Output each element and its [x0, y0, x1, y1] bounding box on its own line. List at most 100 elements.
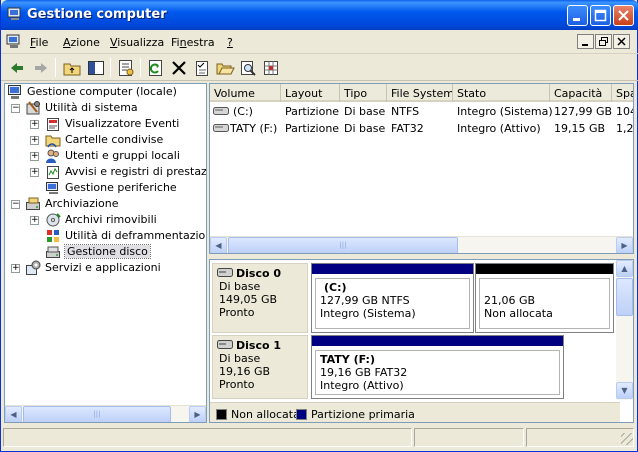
scroll-thumb[interactable]: |||	[228, 237, 458, 253]
hard-disk-icon	[217, 268, 233, 277]
collapse-toggle[interactable]: −	[11, 200, 20, 209]
expand-toggle[interactable]: +	[30, 120, 39, 129]
collapse-toggle[interactable]: −	[11, 104, 20, 113]
scroll-down-button[interactable]: ▼	[616, 382, 633, 399]
disk-0-label[interactable]: Disco 0 Di base 149,05 GB Pronto	[212, 263, 308, 333]
menu-action[interactable]: Azione	[63, 36, 100, 49]
tree-label: Archivi rimovibili	[65, 213, 157, 226]
graph-vertical-scrollbar[interactable]: ▲ ▼	[616, 260, 633, 400]
partition-status: Integro (Attivo)	[320, 379, 404, 392]
cell-free-space: 1,2	[616, 122, 634, 135]
refresh-icon[interactable]	[146, 58, 166, 78]
tree-label: Utilità di sistema	[45, 101, 138, 114]
maximize-button[interactable]	[590, 5, 611, 26]
scroll-right-button[interactable]: ▶	[616, 237, 633, 253]
mdi-restore-button[interactable]	[595, 34, 612, 49]
column-header-type[interactable]: Tipo	[340, 84, 387, 102]
forward-arrow-icon[interactable]	[31, 58, 51, 78]
open-folder-icon[interactable]	[215, 58, 235, 78]
unallocated-bar	[476, 264, 613, 274]
unallocated-space[interactable]: 21,06 GB Non allocata	[475, 263, 614, 333]
cell-layout: Partizione	[285, 122, 340, 135]
partition-status: Integro (Sistema)	[320, 307, 416, 320]
tree-label: Servizi e applicazioni	[45, 261, 161, 274]
cell-capacity: 19,15 GB	[554, 122, 606, 135]
maximize-icon	[594, 9, 607, 22]
minimize-button[interactable]	[567, 5, 588, 26]
toolbar-separator	[140, 58, 141, 77]
tree-label: Avvisi e registri di prestazioni	[65, 165, 207, 178]
delete-icon[interactable]	[169, 58, 189, 78]
cell-free-space: 104	[616, 105, 633, 118]
system-menu-icon[interactable]	[6, 34, 22, 50]
cell-volume: TATY (F:)	[230, 122, 278, 135]
status-bar	[3, 427, 635, 448]
disk-1-label[interactable]: Disco 1 Di base 19,16 GB Pronto	[212, 335, 308, 399]
search-icon[interactable]	[238, 58, 258, 78]
minimize-icon	[573, 18, 580, 21]
back-arrow-icon[interactable]	[7, 58, 27, 78]
menu-file[interactable]: File	[30, 36, 48, 49]
scroll-thumb[interactable]	[616, 278, 633, 316]
cell-type: Di base	[344, 122, 386, 135]
partition-size-fs: 127,99 GB NTFS	[320, 294, 410, 307]
scroll-thumb[interactable]: |||	[23, 406, 171, 422]
column-header-layout[interactable]: Layout	[281, 84, 340, 102]
disk-name: Disco 1	[236, 339, 282, 352]
scroll-left-button[interactable]: ◀	[210, 237, 227, 253]
expand-toggle[interactable]: +	[30, 152, 39, 161]
legend: Non allocata Partizione primaria	[210, 402, 620, 422]
disk-size: 19,16 GB	[219, 365, 271, 378]
legend-label-primary: Partizione primaria	[311, 408, 415, 421]
expand-toggle[interactable]: +	[11, 264, 20, 273]
hard-disk-icon	[217, 340, 233, 349]
volume-list[interactable]: Volume Layout Tipo File System Stato Cap…	[209, 83, 634, 254]
tree-pane[interactable]: Gestione computer (locale) − Utilità di …	[4, 83, 207, 423]
expand-toggle[interactable]: +	[30, 136, 39, 145]
legend-swatch-unallocated	[216, 409, 227, 420]
scroll-right-button[interactable]: ▶	[189, 406, 206, 422]
column-header-free-space[interactable]: Spa	[612, 84, 633, 102]
mdi-close-button[interactable]	[613, 34, 630, 49]
tree-horizontal-scrollbar[interactable]: ◀ ||| ▶	[5, 405, 206, 422]
up-folder-icon[interactable]	[62, 58, 82, 78]
close-button[interactable]	[613, 5, 634, 26]
expand-toggle[interactable]: +	[30, 216, 39, 225]
cell-file-system: NTFS	[391, 105, 420, 118]
expand-toggle[interactable]: +	[30, 168, 39, 177]
window: Gestione computer File Azione Visualizza…	[0, 0, 638, 452]
partition-c[interactable]: (C:) 127,99 GB NTFS Integro (Sistema)	[311, 263, 474, 333]
table-row[interactable]: TATY (F:) Partizione Di base FAT32 Integ…	[210, 120, 634, 137]
title-bar[interactable]: Gestione computer	[1, 0, 638, 30]
restore-icon	[599, 37, 608, 46]
resize-grip[interactable]	[621, 433, 633, 445]
column-header-capacity[interactable]: Capacità	[550, 84, 612, 102]
scroll-up-button[interactable]: ▲	[616, 260, 633, 277]
drive-icon	[213, 124, 229, 132]
scroll-left-button[interactable]: ◀	[5, 406, 22, 422]
disk-graph-view[interactable]: Disco 0 Di base 149,05 GB Pronto (C:) 12…	[209, 259, 634, 423]
column-header-file-system[interactable]: File System	[387, 84, 453, 102]
disk-status: Pronto	[219, 306, 255, 319]
defrag-icon	[47, 230, 59, 242]
mdi-minimize-button[interactable]	[577, 34, 594, 49]
menu-window[interactable]: Finestra	[171, 36, 215, 49]
users-icon	[46, 149, 59, 163]
disk-status: Pronto	[219, 378, 255, 391]
table-row[interactable]: (C:) Partizione Di base NTFS Integro (Si…	[210, 103, 633, 120]
partition-f[interactable]: TATY (F:) 19,16 GB FAT32 Integro (Attivo…	[311, 335, 564, 399]
menu-view[interactable]: Visualizza	[110, 36, 164, 49]
device-manager-icon	[46, 182, 58, 194]
shared-folder-icon	[45, 135, 61, 148]
console-grid-icon[interactable]	[261, 58, 281, 78]
show-hide-tree-icon[interactable]	[86, 58, 106, 78]
column-header-volume[interactable]: Volume	[210, 84, 281, 102]
menu-help[interactable]: ?	[227, 36, 233, 49]
cell-status: Integro (Attivo)	[457, 122, 541, 135]
checklist-icon[interactable]	[192, 58, 212, 78]
column-header-status[interactable]: Stato	[453, 84, 550, 102]
tree-label: Utilità di deframmentazione dischi	[65, 229, 206, 242]
properties-icon[interactable]	[116, 58, 136, 78]
list-horizontal-scrollbar[interactable]: ◀ ||| ▶	[210, 236, 633, 253]
performance-logs-icon	[47, 166, 59, 179]
